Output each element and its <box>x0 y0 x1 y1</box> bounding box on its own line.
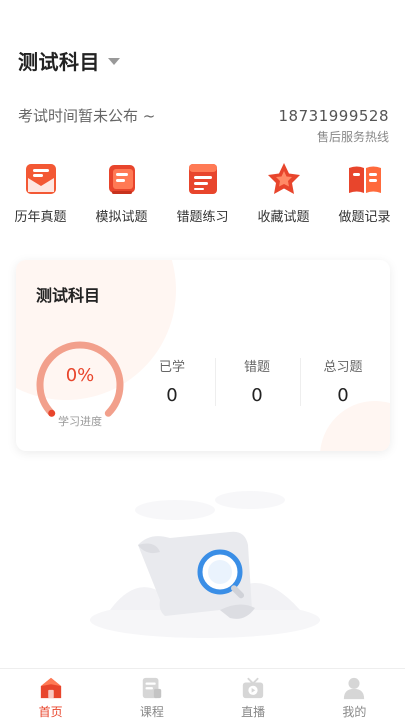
tab-label: 课程 <box>139 705 164 719</box>
quick-label: 模拟试题 <box>95 210 148 225</box>
stat-value: 0 <box>251 385 263 406</box>
caret-down-icon <box>108 58 120 65</box>
service-hotline[interactable]: 18731999528 售后服务热线 <box>279 107 389 145</box>
quick-menu: 历年真题 模拟试题 错题练习 收藏试题 做题记录 <box>0 160 405 225</box>
stat-label: 错题 <box>243 360 270 375</box>
star-icon <box>267 163 300 194</box>
hotline-number[interactable]: 18731999528 <box>279 107 389 125</box>
tab-course[interactable]: 课程 <box>101 669 202 720</box>
course-icon <box>142 677 162 699</box>
card-title: 测试科目 <box>36 286 101 305</box>
quick-item-favorites[interactable]: 收藏试题 <box>243 160 324 225</box>
progress-card[interactable]: 测试科目 0% 学习进度 已学 0 错题 0 总习题 0 <box>16 260 390 451</box>
home-icon <box>40 677 61 699</box>
subject-selector[interactable]: 测试科目 <box>18 46 120 75</box>
past-exams-icon <box>25 164 56 194</box>
quick-item-wrong-questions[interactable]: 错题练习 <box>162 160 243 225</box>
hotline-label: 售后服务热线 <box>316 130 389 144</box>
quick-label: 做题记录 <box>338 210 391 225</box>
empty-state-illustration <box>90 491 320 638</box>
tab-label: 直播 <box>241 705 266 719</box>
wrong-questions-icon <box>188 164 217 194</box>
exam-time-text: 考试时间暂未公布 ~ <box>18 107 156 125</box>
quick-label: 收藏试题 <box>257 210 310 225</box>
book-icon <box>348 166 381 193</box>
quick-item-mock-exam[interactable]: 模拟试题 <box>81 160 162 225</box>
tab-label: 首页 <box>38 705 63 719</box>
subject-title: 测试科目 <box>18 50 100 74</box>
tab-label: 我的 <box>342 705 367 719</box>
quick-item-records[interactable]: 做题记录 <box>324 160 405 225</box>
stat-total: 总习题 0 <box>300 356 386 406</box>
quick-label: 错题练习 <box>176 210 229 225</box>
card-decoration <box>320 401 390 451</box>
quick-item-past-exams[interactable]: 历年真题 <box>0 160 81 225</box>
tab-live[interactable]: 直播 <box>203 669 304 720</box>
tab-home[interactable]: 首页 <box>0 669 101 720</box>
stat-wrong: 错题 0 <box>214 356 300 406</box>
stat-label: 已学 <box>158 360 185 375</box>
progress-gauge: 0% 学习进度 <box>30 335 130 435</box>
user-icon <box>344 677 365 700</box>
tab-mine[interactable]: 我的 <box>304 669 405 720</box>
progress-percent: 0% <box>65 365 95 386</box>
stat-value: 0 <box>166 385 178 406</box>
bottom-tabbar: 首页 课程 直播 我的 <box>0 668 405 720</box>
stat-learned: 已学 0 <box>129 356 215 406</box>
progress-label: 学习进度 <box>58 415 102 428</box>
live-tv-icon <box>242 677 264 699</box>
mock-exam-icon <box>108 165 135 194</box>
stat-value: 0 <box>337 385 349 406</box>
quick-label: 历年真题 <box>14 210 67 225</box>
stat-label: 总习题 <box>323 360 363 375</box>
